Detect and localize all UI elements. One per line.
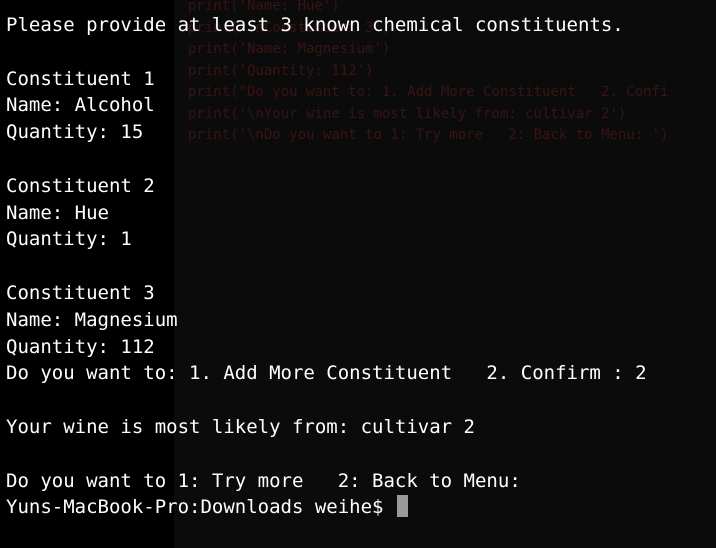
- output-line: Constituent 1: [6, 67, 155, 90]
- shell-prompt: Yuns-MacBook-Pro:Downloads weihe$: [6, 496, 395, 519]
- terminal-window[interactable]: print('Name: Hue') print('\nConstituent 3…: [0, 0, 716, 548]
- output-line: Name: Hue: [6, 201, 109, 224]
- output-line: Quantity: 112: [6, 335, 155, 358]
- output-line: Constituent 3: [6, 281, 155, 304]
- terminal-output: Please provide at least 3 known chemical…: [6, 12, 647, 521]
- output-line: Name: Alcohol: [6, 94, 155, 117]
- output-line: Do you want to 1: Try more 2: Back to Me…: [6, 469, 533, 492]
- output-line: Quantity: 1: [6, 228, 132, 251]
- output-line: Name: Magnesium: [6, 308, 178, 331]
- output-line: Do you want to: 1. Add More Constituent …: [6, 362, 647, 385]
- output-line: Constituent 2: [6, 174, 155, 197]
- output-line: Your wine is most likely from: cultivar …: [6, 415, 475, 438]
- output-line: Quantity: 15: [6, 121, 144, 144]
- prompt-line[interactable]: Yuns-MacBook-Pro:Downloads weihe$: [6, 494, 647, 521]
- output-line: Please provide at least 3 known chemical…: [6, 14, 624, 36]
- text-cursor: [396, 495, 408, 518]
